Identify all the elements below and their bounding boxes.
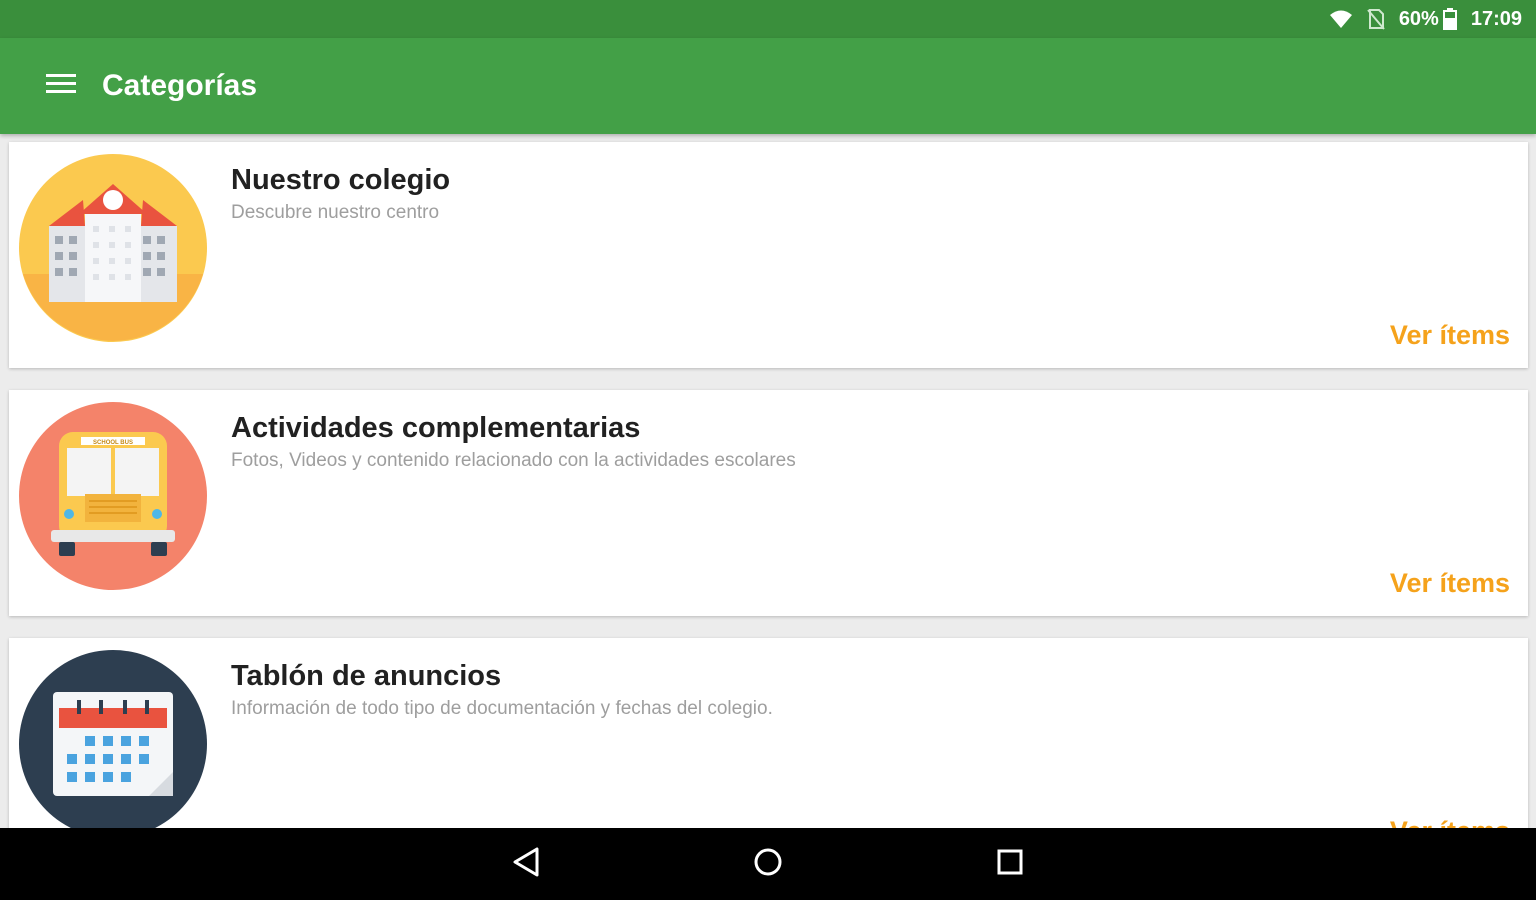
battery-indicator: 60% — [1399, 8, 1457, 31]
home-icon — [752, 846, 784, 883]
school-building-icon — [19, 154, 207, 342]
card-subtitle: Fotos, Videos y contenido relacionado co… — [231, 450, 796, 471]
recents-button[interactable] — [992, 846, 1028, 882]
bus-label: SCHOOL BUS — [93, 440, 133, 446]
school-bus-icon: SCHOOL BUS — [19, 402, 207, 590]
card-title: Actividades complementarias — [231, 412, 641, 444]
status-bar: 60% 17:09 — [0, 0, 1536, 38]
category-card-tablon-de-anuncios[interactable]: Tablón de anuncios Información de todo t… — [9, 638, 1528, 828]
recents-icon — [996, 848, 1024, 881]
wifi-icon — [1329, 9, 1353, 29]
category-list: Nuestro colegio Descubre nuestro centro … — [0, 134, 1536, 828]
card-subtitle: Información de todo tipo de documentació… — [231, 698, 773, 719]
card-title: Nuestro colegio — [231, 164, 451, 196]
calendar-icon — [19, 650, 207, 828]
category-card-nuestro-colegio[interactable]: Nuestro colegio Descubre nuestro centro … — [9, 142, 1528, 368]
back-button[interactable] — [508, 846, 544, 882]
app-bar: Categorías — [0, 38, 1536, 134]
back-icon — [511, 846, 541, 883]
ver-items-button[interactable]: Ver ítems — [1390, 320, 1510, 351]
navigation-bar — [0, 828, 1536, 900]
home-button[interactable] — [750, 846, 786, 882]
clock: 17:09 — [1470, 7, 1522, 30]
menu-icon — [46, 73, 76, 100]
category-card-actividades-complementarias[interactable]: SCHOOL BUS Actividades complementarias F… — [9, 390, 1528, 616]
ver-items-button[interactable]: Ver ítems — [1390, 816, 1510, 828]
ver-items-button[interactable]: Ver ítems — [1390, 568, 1510, 599]
card-title: Tablón de anuncios — [231, 660, 502, 692]
battery-percentage: 60% — [1398, 7, 1439, 30]
no-sim-icon — [1367, 8, 1385, 30]
card-subtitle: Descubre nuestro centro — [231, 202, 440, 223]
battery-icon — [1442, 8, 1457, 30]
page-title: Categorías — [102, 69, 258, 102]
menu-button[interactable] — [36, 61, 86, 111]
